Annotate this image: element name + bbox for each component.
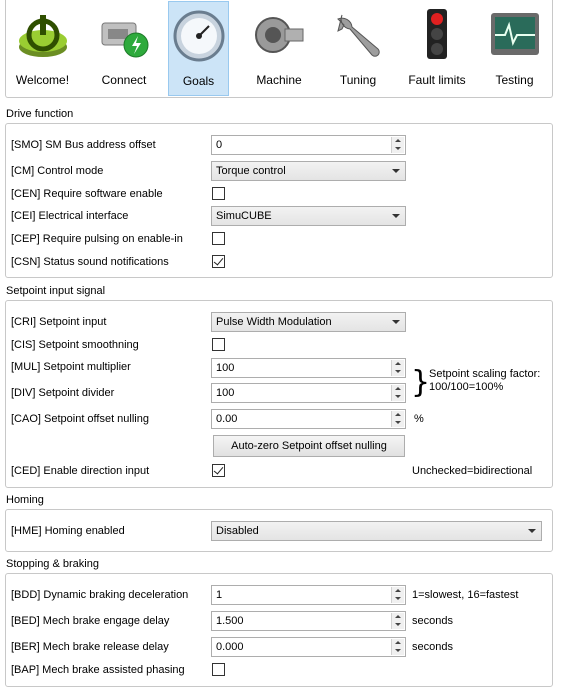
csn-label: [CSN] Status sound notifications [11,256,169,268]
cei-combobox[interactable]: SimuCUBE [211,206,406,226]
ber-label: [BER] Mech brake release delay [11,641,169,653]
bed-spinbox[interactable]: 1.500 [211,611,406,631]
tab-machine[interactable]: Machine [244,1,314,96]
spin-up-icon[interactable] [392,639,404,647]
cep-checkbox[interactable] [212,232,225,245]
autozero-button[interactable]: Auto-zero Setpoint offset nulling [213,435,405,457]
cep-label: [CEP] Require pulsing on enable-in [11,233,183,245]
ber-unit: seconds [412,641,453,653]
bed-unit: seconds [412,615,453,627]
chevron-down-icon [392,214,400,218]
tab-welcome[interactable]: Welcome! [8,1,77,96]
hme-combobox[interactable]: Disabled [211,521,542,541]
cm-combobox[interactable]: Torque control [211,161,406,181]
cm-label: [CM] Control mode [11,165,104,177]
tab-label: Fault limits [408,73,466,87]
tab-fault-limits[interactable]: Fault limits [402,1,472,96]
cri-value: Pulse Width Modulation [216,316,332,328]
mul-value: 100 [216,362,235,374]
spin-down-icon[interactable] [392,647,404,655]
bed-label: [BED] Mech brake engage delay [11,615,170,627]
cao-spinbox[interactable]: 0.00 [211,409,406,429]
spin-up-icon[interactable] [392,385,404,393]
section-title-braking: Stopping & braking [6,558,99,570]
tab-goals[interactable]: Goals [168,1,229,96]
cao-value: 0.00 [216,413,238,425]
chevron-down-icon [392,320,400,324]
hme-value: Disabled [216,525,259,537]
brace-icon: } [411,365,431,400]
spin-up-icon[interactable] [392,360,404,368]
spin-up-icon[interactable] [392,137,404,145]
ced-label: [CED] Enable direction input [11,465,150,477]
spin-down-icon[interactable] [392,393,404,401]
cri-label: [CRI] Setpoint input [11,316,107,328]
ced-checkbox[interactable] [212,464,225,477]
bed-value: 1.500 [216,615,244,627]
cao-unit: % [414,413,424,425]
chevron-down-icon [392,169,400,173]
power-icon [18,15,67,57]
spin-down-icon[interactable] [392,419,404,427]
cen-label: [CEN] Require software enable [11,188,163,200]
hme-label: [HME] Homing enabled [11,525,125,537]
tab-label: Goals [182,74,215,88]
oscilloscope-icon [490,13,539,55]
main-toolbar: Welcome! Connect Goals Machine Tuning Fa… [5,0,553,98]
scaling-note-line2: 100/100=100% [429,381,504,393]
smo-label: [SMO] SM Bus address offset [11,139,156,151]
mul-label: [MUL] Setpoint multiplier [11,361,131,373]
spin-down-icon[interactable] [392,595,404,603]
cei-label: [CEI] Electrical interface [11,210,129,222]
div-value: 100 [216,387,235,399]
csn-checkbox[interactable] [212,255,225,268]
smo-spinbox[interactable]: 0 [211,135,406,155]
tab-label: Tuning [339,73,377,87]
ced-note: Unchecked=bidirectional [412,465,533,477]
spin-down-icon[interactable] [392,621,404,629]
cri-combobox[interactable]: Pulse Width Modulation [211,312,406,332]
pressure-gauge-icon [173,10,224,62]
bdd-value: 1 [216,589,223,601]
spin-down-icon[interactable] [392,368,404,376]
scaling-note-line1: Setpoint scaling factor: [429,368,541,380]
cao-label: [CAO] Setpoint offset nulling [11,413,149,425]
tab-testing[interactable]: Testing [483,1,546,96]
cen-checkbox[interactable] [212,187,225,200]
bdd-note: 1=slowest, 16=fastest [412,589,519,601]
tab-tuning[interactable]: Tuning [328,1,388,96]
cis-label: [CIS] Setpoint smoothning [11,339,139,351]
tab-label: Machine [256,73,302,87]
section-title-homing: Homing [6,494,44,506]
tab-label: Testing [495,73,534,87]
div-spinbox[interactable]: 100 [211,383,406,403]
mul-spinbox[interactable]: 100 [211,358,406,378]
ber-value: 0.000 [216,641,244,653]
chevron-down-icon [528,529,536,533]
traffic-light-icon [427,9,447,59]
bdd-label: [BDD] Dynamic braking deceleration [11,589,189,601]
spin-up-icon[interactable] [392,411,404,419]
wrench-icon [337,14,380,57]
tab-connect[interactable]: Connect [88,1,160,96]
ber-spinbox[interactable]: 0.000 [211,637,406,657]
div-label: [DIV] Setpoint divider [11,387,115,399]
cis-checkbox[interactable] [212,338,225,351]
tab-label: Welcome! [15,73,70,87]
motor-icon [255,17,304,53]
tab-label: Connect [101,73,147,87]
network-connector-icon [101,22,149,58]
bdd-spinbox[interactable]: 1 [211,585,406,605]
bap-checkbox[interactable] [212,663,225,676]
cei-value: SimuCUBE [216,210,272,222]
bap-label: [BAP] Mech brake assisted phasing [11,664,185,676]
spin-down-icon[interactable] [392,145,404,153]
section-title-setpoint: Setpoint input signal [6,285,106,297]
spin-up-icon[interactable] [392,587,404,595]
section-title-drive-function: Drive function [6,108,74,120]
cm-value: Torque control [216,165,286,177]
smo-value: 0 [216,139,223,151]
spin-up-icon[interactable] [392,613,404,621]
